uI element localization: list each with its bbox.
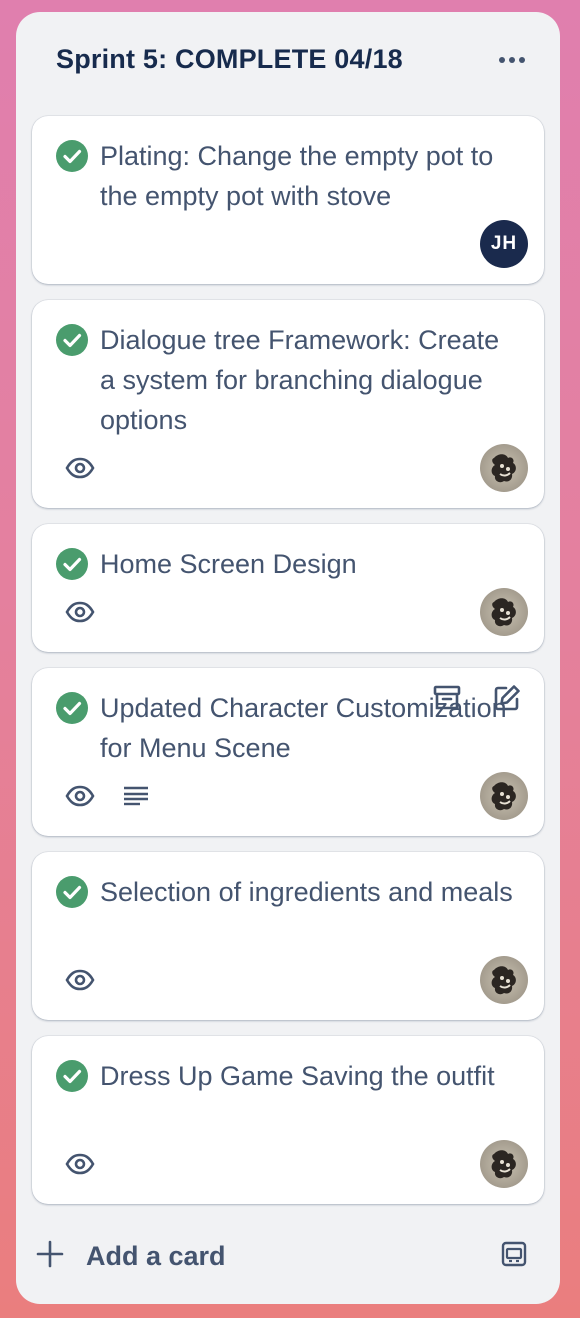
edit-button[interactable] [484, 680, 530, 720]
add-card-label: Add a card [86, 1240, 226, 1271]
plus-icon [36, 1240, 64, 1273]
card[interactable]: Home Screen Design [32, 524, 544, 652]
avatar-jh[interactable]: JH [480, 220, 528, 268]
card-title: Dialogue tree Framework: Create a system… [100, 325, 500, 435]
list-footer: Add a card [16, 1224, 560, 1288]
avatar-photo[interactable] [480, 588, 528, 636]
eye-icon [64, 596, 96, 628]
avatar-photo[interactable] [480, 956, 528, 1004]
check-circle-icon[interactable] [56, 1060, 88, 1092]
eye-icon [64, 1148, 96, 1180]
avatar-photo[interactable] [480, 1140, 528, 1188]
list-column: Sprint 5: COMPLETE 04/18 Plating: Change… [16, 12, 560, 1304]
check-circle-icon[interactable] [56, 692, 88, 724]
list-title[interactable]: Sprint 5: COMPLETE 04/18 [56, 44, 403, 75]
card-title: Selection of ingredients and meals [100, 877, 513, 907]
edit-icon [493, 684, 521, 717]
list-menu-button[interactable] [492, 42, 532, 78]
eye-icon [64, 452, 96, 484]
eye-icon [64, 964, 96, 996]
description-icon [120, 780, 152, 812]
check-circle-icon[interactable] [56, 876, 88, 908]
avatar-photo[interactable] [480, 772, 528, 820]
card-title: Plating: Change the empty pot to the emp… [100, 141, 494, 211]
more-horizontal-icon [498, 51, 526, 69]
archive-button[interactable] [424, 680, 470, 720]
card[interactable]: Plating: Change the empty pot to the emp… [32, 116, 544, 284]
card[interactable]: Selection of ingredients and meals [32, 852, 544, 1020]
check-circle-icon[interactable] [56, 548, 88, 580]
card-template-icon [500, 1241, 528, 1272]
avatar-photo[interactable] [480, 444, 528, 492]
check-circle-icon[interactable] [56, 324, 88, 356]
card-title: Home Screen Design [100, 549, 357, 579]
archive-icon [433, 685, 461, 716]
create-from-template-button[interactable] [492, 1234, 536, 1278]
eye-icon [64, 780, 96, 812]
card-title: Dress Up Game Saving the outfit [100, 1061, 495, 1091]
card-hover-actions [424, 680, 530, 720]
card[interactable]: Dress Up Game Saving the outfit [32, 1036, 544, 1204]
card[interactable]: Updated Character Customization for Menu… [32, 668, 544, 836]
check-circle-icon[interactable] [56, 140, 88, 172]
list-header: Sprint 5: COMPLETE 04/18 [16, 12, 560, 108]
add-card-button[interactable]: Add a card [36, 1230, 456, 1282]
card[interactable]: Dialogue tree Framework: Create a system… [32, 300, 544, 508]
